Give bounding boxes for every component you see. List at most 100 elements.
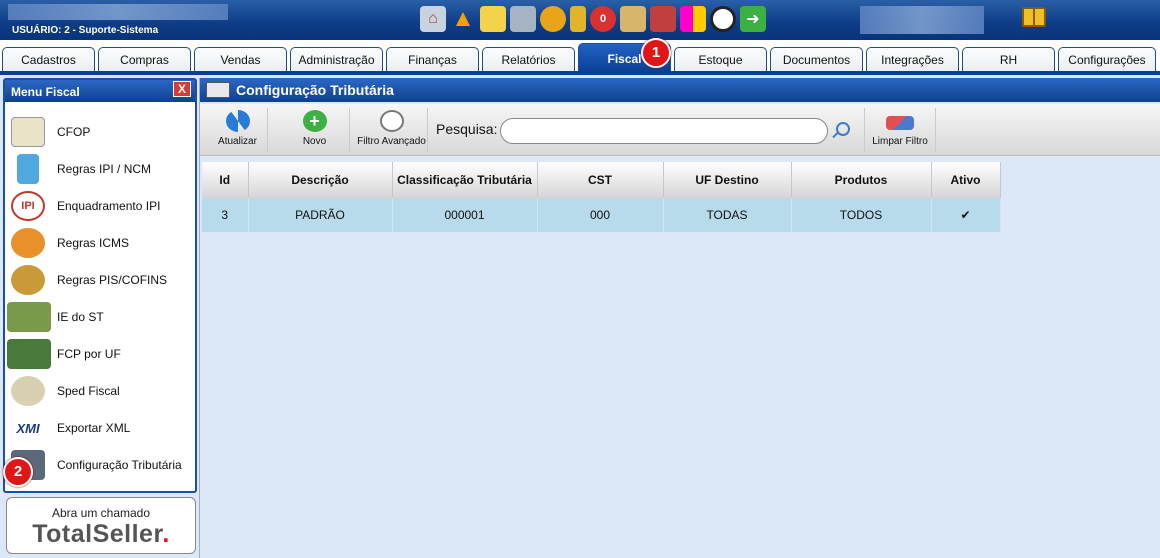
broom-icon[interactable]	[480, 6, 506, 32]
menu-item-label: IE do ST	[57, 310, 104, 324]
new-label: Novo	[302, 136, 327, 147]
tab-financas[interactable]: Finanças	[386, 47, 479, 72]
clock-icon[interactable]	[710, 6, 736, 32]
search-icon[interactable]	[836, 122, 850, 136]
menu-item-label: Regras IPI / NCM	[57, 162, 152, 176]
brand-dot: .	[162, 520, 170, 548]
book-icon[interactable]	[1022, 7, 1046, 27]
document-icon	[11, 117, 45, 147]
brand-logo: TotalSeller.	[7, 520, 195, 549]
tab-compras[interactable]: Compras	[98, 47, 191, 72]
menu-item-icms[interactable]: Regras ICMS	[11, 225, 195, 261]
column-header[interactable]: Descrição	[248, 162, 393, 198]
toolbar: Atualizar + Novo Filtro Avançado Pesquis…	[200, 104, 1160, 156]
main-panel: Configuração Tributária Atualizar + Novo…	[199, 78, 1160, 558]
coins-icon	[11, 228, 45, 258]
menu-item-label: FCP por UF	[57, 347, 121, 361]
tab-administracao[interactable]: Administração	[290, 47, 383, 72]
close-icon[interactable]: X	[173, 81, 191, 97]
sped-icon	[11, 376, 45, 406]
factory-icon[interactable]	[650, 6, 676, 32]
cart-icon[interactable]	[510, 6, 536, 32]
refresh-icon	[225, 110, 250, 132]
main-tabs: Cadastros Compras Vendas Administração F…	[0, 40, 1160, 72]
panel-header: Configuração Tributária	[200, 78, 1160, 102]
menu-item-label: Regras ICMS	[57, 236, 130, 250]
advanced-filter-label: Filtro Avançado	[357, 136, 426, 147]
table-row[interactable]: 3 PADRÃO 000001 000 TODAS TODOS ✔	[202, 198, 1001, 232]
refresh-button[interactable]: Atualizar	[208, 108, 268, 152]
column-header[interactable]: Classificação Tributária	[392, 162, 538, 198]
brand-name: TotalSeller	[32, 520, 163, 548]
alert-badge-icon[interactable]: 0	[590, 6, 616, 32]
menu-item-label: Configuração Tributária	[57, 458, 182, 472]
cell-descricao: PADRÃO	[248, 198, 393, 232]
menu-item-fcp-uf[interactable]: FCP por UF	[7, 336, 195, 372]
money-wings-icon	[7, 339, 51, 369]
menu-title: Menu Fiscal	[11, 85, 80, 99]
tab-documentos[interactable]: Documentos	[770, 47, 863, 72]
column-header[interactable]: CST	[537, 162, 664, 198]
search-label: Pesquisa:	[436, 121, 498, 137]
tab-cadastros[interactable]: Cadastros	[2, 47, 95, 72]
cell-cst: 000	[537, 198, 664, 232]
column-header[interactable]: Produtos	[791, 162, 932, 198]
menu-item-label: Regras PIS/COFINS	[57, 273, 168, 287]
menu-item-label: Sped Fiscal	[57, 384, 120, 398]
menu-header: Menu Fiscal X	[5, 80, 195, 102]
tax-config-table: Id Descrição Classificação Tributária CS…	[202, 162, 1001, 232]
table-header-row: Id Descrição Classificação Tributária CS…	[202, 162, 1001, 198]
redacted-area	[8, 4, 228, 20]
cell-produtos: TODOS	[791, 198, 932, 232]
tab-relatorios[interactable]: Relatórios	[482, 47, 575, 72]
tab-underline	[0, 71, 1160, 75]
clear-filter-button[interactable]: Limpar Filtro	[864, 108, 936, 152]
advanced-filter-button[interactable]: Filtro Avançado	[356, 108, 428, 152]
column-header[interactable]: UF Destino	[663, 162, 792, 198]
warning-icon[interactable]: ▲	[450, 5, 476, 32]
tab-rh[interactable]: RH	[962, 47, 1055, 72]
phone-icon[interactable]	[570, 6, 586, 32]
grid-icon[interactable]	[680, 6, 706, 32]
menu-item-enquadramento-ipi[interactable]: IPI Enquadramento IPI	[11, 188, 195, 224]
home-icon[interactable]: ⌂	[420, 6, 446, 32]
monitor-icon[interactable]	[540, 6, 566, 32]
menu-item-sped-fiscal[interactable]: Sped Fiscal	[11, 373, 195, 409]
book-rules-icon	[17, 154, 39, 184]
tab-configuracoes[interactable]: Configurações	[1058, 47, 1156, 72]
user-label: USUÁRIO: 2 - Suporte-Sistema	[12, 25, 159, 36]
menu-item-configuracao-tributaria[interactable]: Configuração Tributária	[11, 447, 195, 483]
menu-item-exportar-xml[interactable]: XMI Exportar XML	[11, 410, 195, 446]
top-bar: USUÁRIO: 2 - Suporte-Sistema ⌂ ▲ 0 ➜	[0, 0, 1160, 40]
tab-vendas[interactable]: Vendas	[194, 47, 287, 72]
clear-filter-label: Limpar Filtro	[872, 136, 928, 147]
money-icon	[7, 302, 51, 332]
support-ticket-button[interactable]: Abra um chamado TotalSeller.	[6, 497, 196, 554]
fiscal-menu: Menu Fiscal X CFOP Regras IPI / NCM IPI …	[3, 78, 197, 493]
menu-item-ipi-ncm[interactable]: Regras IPI / NCM	[11, 151, 195, 187]
coin-icon	[11, 265, 45, 295]
column-header[interactable]: Id	[202, 162, 249, 198]
users-icon[interactable]	[620, 6, 646, 32]
tax-config-icon	[206, 82, 230, 98]
menu-item-pis-cofins[interactable]: Regras PIS/COFINS	[11, 262, 195, 298]
refresh-label: Atualizar	[218, 136, 257, 147]
menu-item-cfop[interactable]: CFOP	[11, 114, 195, 150]
check-icon: ✔	[931, 198, 1001, 232]
new-button[interactable]: + Novo	[280, 108, 350, 152]
search-input[interactable]	[500, 118, 828, 144]
cell-id: 3	[202, 198, 249, 232]
menu-item-label: Enquadramento IPI	[57, 199, 161, 213]
menu-item-label: CFOP	[57, 125, 91, 139]
tab-integracoes[interactable]: Integrações	[866, 47, 959, 72]
tab-estoque[interactable]: Estoque	[674, 47, 767, 72]
column-header[interactable]: Ativo	[931, 162, 1001, 198]
menu-item-ie-st[interactable]: IE do ST	[7, 299, 195, 335]
page-title: Configuração Tributária	[236, 82, 394, 98]
ipi-icon: IPI	[11, 191, 45, 221]
cell-uf-destino: TODAS	[663, 198, 792, 232]
exit-icon[interactable]: ➜	[740, 6, 766, 32]
step-badge-1: 1	[641, 38, 671, 68]
menu-item-label: Exportar XML	[57, 421, 131, 435]
magnifier-plus-icon	[379, 110, 404, 132]
